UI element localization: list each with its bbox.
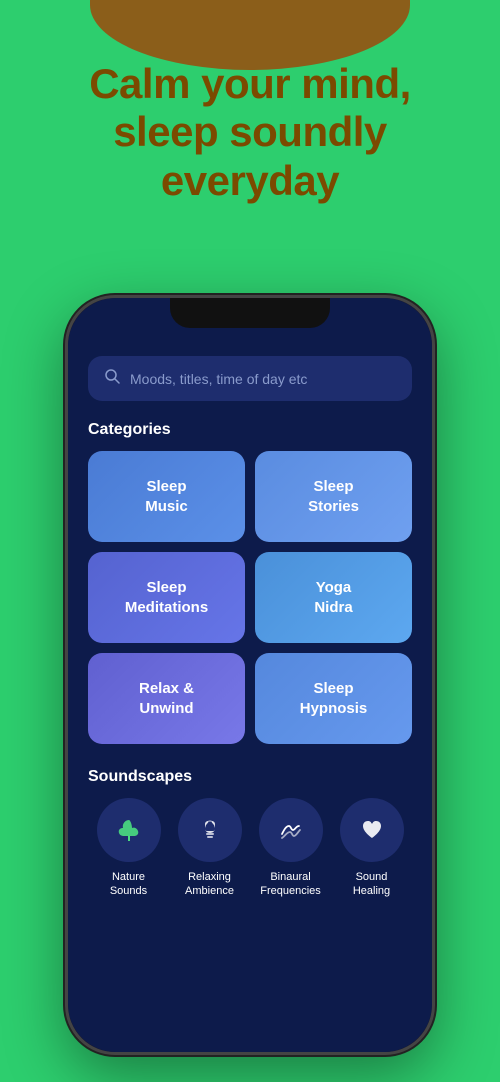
category-card-relax-unwind[interactable]: Relax &Unwind — [88, 653, 245, 744]
phone-screen: Moods, titles, time of day etc Categorie… — [68, 298, 432, 1052]
phone-notch — [170, 298, 330, 328]
soundscape-binaural-frequencies[interactable]: BinauralFrequencies — [259, 798, 323, 899]
category-label-sleep-stories: SleepStories — [308, 477, 359, 516]
category-label-relax-unwind: Relax &Unwind — [139, 679, 194, 718]
soundscape-nature-sounds[interactable]: NatureSounds — [97, 798, 161, 899]
category-card-yoga-nidra[interactable]: YogaNidra — [255, 552, 412, 643]
soundscape-sound-healing[interactable]: SoundHealing — [340, 798, 404, 899]
categories-grid: SleepMusic SleepStories SleepMeditations… — [88, 451, 412, 744]
sound-healing-label: SoundHealing — [353, 870, 390, 899]
search-input-placeholder: Moods, titles, time of day etc — [130, 371, 307, 387]
soundscape-relaxing-ambience[interactable]: RelaxingAmbience — [178, 798, 242, 899]
relaxing-ambience-icon-circle — [178, 798, 242, 862]
categories-section-title: Categories — [88, 421, 412, 439]
phone-frame: Moods, titles, time of day etc Categorie… — [65, 295, 435, 1055]
category-label-sleep-music: SleepMusic — [145, 477, 188, 516]
category-card-sleep-meditations[interactable]: SleepMeditations — [88, 552, 245, 643]
category-label-yoga-nidra: YogaNidra — [314, 578, 352, 617]
nature-sounds-icon-circle — [97, 798, 161, 862]
category-card-sleep-stories[interactable]: SleepStories — [255, 451, 412, 542]
hero-title: Calm your mind, sleep soundly everyday — [40, 60, 460, 205]
binaural-frequencies-icon-circle — [259, 798, 323, 862]
soundscapes-row: NatureSounds RelaxingAmbience — [88, 798, 412, 899]
category-card-sleep-hypnosis[interactable]: SleepHypnosis — [255, 653, 412, 744]
category-card-sleep-music[interactable]: SleepMusic — [88, 451, 245, 542]
soundscapes-section-title: Soundscapes — [88, 768, 412, 786]
search-bar[interactable]: Moods, titles, time of day etc — [88, 356, 412, 401]
sound-healing-icon-circle — [340, 798, 404, 862]
search-icon — [104, 368, 120, 389]
category-label-sleep-hypnosis: SleepHypnosis — [300, 679, 368, 718]
binaural-frequencies-label: BinauralFrequencies — [260, 870, 321, 899]
nature-sounds-label: NatureSounds — [110, 870, 147, 899]
hero-section: Calm your mind, sleep soundly everyday — [0, 60, 500, 205]
relaxing-ambience-label: RelaxingAmbience — [185, 870, 234, 899]
category-label-sleep-meditations: SleepMeditations — [125, 578, 208, 617]
